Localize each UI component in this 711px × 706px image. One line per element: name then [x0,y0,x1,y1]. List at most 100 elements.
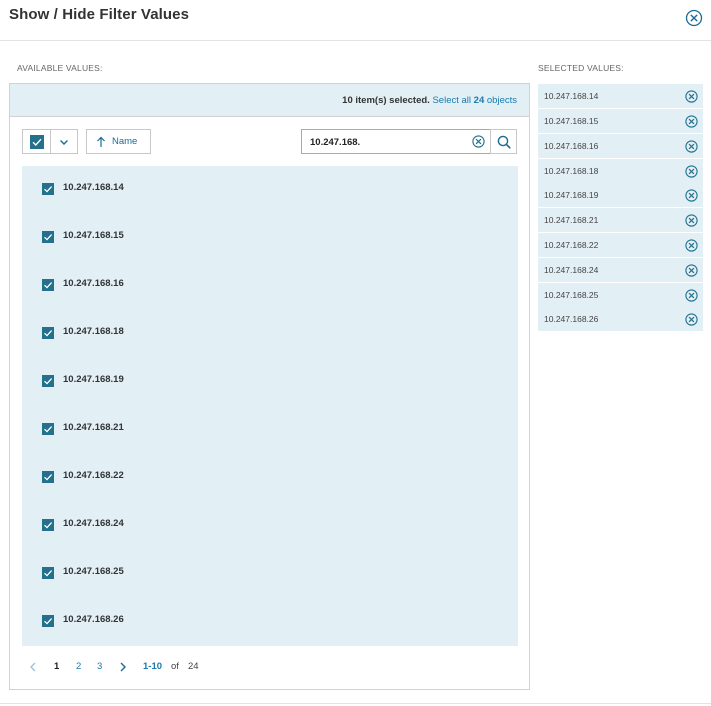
selected-count-text: 10 item(s) selected. [342,95,430,106]
list-item[interactable]: 10.247.168.16 [22,262,518,310]
checkmark-icon [44,522,53,529]
selected-item: 10.247.168.25 [538,283,703,307]
page-2[interactable]: 2 [76,661,81,672]
checkmark-icon [44,282,53,289]
selected-item-label: 10.247.168.22 [544,240,599,250]
page-3[interactable]: 3 [97,661,102,672]
arrow-up-icon [97,136,105,147]
available-values-list: 10.247.168.14 10.247.168.15 10.247.168.1… [22,166,518,646]
selected-item: 10.247.168.19 [538,183,703,207]
list-item[interactable]: 10.247.168.18 [22,310,518,358]
selected-values-list: 10.247.168.14 10.247.168.15 10.247.168.1… [538,84,703,331]
selected-item: 10.247.168.18 [538,159,703,183]
select-all-link[interactable]: Select all 24 objects [432,95,517,106]
selected-item: 10.247.168.15 [538,109,703,133]
clear-search-button[interactable] [472,135,485,148]
item-label: 10.247.168.16 [63,278,124,289]
item-label: 10.247.168.25 [63,566,124,577]
selected-item-label: 10.247.168.15 [544,116,599,126]
selected-item-label: 10.247.168.24 [544,265,599,275]
chevron-right-icon[interactable] [118,661,128,673]
available-values-label: AVAILABLE VALUES: [17,63,103,73]
checkmark-icon [44,186,53,193]
select-all-prefix: Select all [432,95,472,106]
list-item[interactable]: 10.247.168.15 [22,214,518,262]
sort-label: Name [112,136,138,147]
remove-icon[interactable] [685,90,698,103]
list-toolbar: Name [22,129,518,155]
list-item[interactable]: 10.247.168.25 [22,550,518,598]
selected-item: 10.247.168.24 [538,258,703,282]
selection-status-bar: 10 item(s) selected. Select all 24 objec… [10,84,529,117]
sort-by-name-button[interactable]: Name [86,129,151,154]
bulk-select-dropdown[interactable] [51,130,77,153]
remove-icon[interactable] [685,140,698,153]
checkmark-icon [44,570,53,577]
item-checkbox[interactable] [42,183,54,195]
item-checkbox[interactable] [42,519,54,531]
available-values-panel: 10 item(s) selected. Select all 24 objec… [9,83,530,690]
list-item[interactable]: 10.247.168.14 [22,166,518,214]
item-label: 10.247.168.22 [63,470,124,481]
item-checkbox[interactable] [42,471,54,483]
remove-icon[interactable] [685,214,698,227]
checkmark-icon [44,474,53,481]
item-label: 10.247.168.18 [63,326,124,337]
item-checkbox[interactable] [42,567,54,579]
list-item[interactable]: 10.247.168.21 [22,406,518,454]
selected-values-label: SELECTED VALUES: [538,63,624,73]
clear-circle-icon [472,135,485,148]
select-all-suffix: objects [486,95,517,106]
remove-icon[interactable] [685,313,698,326]
remove-icon[interactable] [685,239,698,252]
item-label: 10.247.168.15 [63,230,124,241]
selected-item: 10.247.168.22 [538,233,703,257]
remove-icon[interactable] [685,115,698,128]
selected-item-label: 10.247.168.21 [544,215,599,225]
checkmark-icon [44,618,53,625]
checkmark-icon [44,234,53,241]
pagination: 1 2 3 1-10 of 24 [22,658,422,678]
page-total: 24 [188,661,199,672]
item-label: 10.247.168.21 [63,422,124,433]
selected-item-label: 10.247.168.16 [544,141,599,151]
checkmark-icon [44,426,53,433]
item-checkbox[interactable] [42,231,54,243]
selection-status: 10 item(s) selected. Select all 24 objec… [342,95,517,106]
list-item[interactable]: 10.247.168.22 [22,454,518,502]
remove-icon[interactable] [685,189,698,202]
search-box [301,129,491,154]
bulk-select-checkbox[interactable] [23,130,51,153]
page-1[interactable]: 1 [54,661,59,672]
selected-item-label: 10.247.168.19 [544,190,599,200]
checkbox-checked-icon [29,134,44,149]
search-input[interactable] [310,135,460,149]
item-checkbox[interactable] [42,327,54,339]
item-label: 10.247.168.19 [63,374,124,385]
close-dialog-button[interactable] [685,9,703,27]
selected-item: 10.247.168.16 [538,134,703,158]
item-label: 10.247.168.24 [63,518,124,529]
remove-icon[interactable] [685,165,698,178]
selected-item-label: 10.247.168.18 [544,166,599,176]
checkmark-icon [44,330,53,337]
item-checkbox[interactable] [42,375,54,387]
remove-icon[interactable] [685,289,698,302]
item-checkbox[interactable] [42,615,54,627]
item-label: 10.247.168.26 [63,614,124,625]
chevron-left-icon[interactable] [28,661,38,673]
selected-item: 10.247.168.21 [538,208,703,232]
list-item[interactable]: 10.247.168.26 [22,598,518,646]
item-checkbox[interactable] [42,279,54,291]
remove-icon[interactable] [685,264,698,277]
footer-divider [0,703,711,704]
selected-item: 10.247.168.14 [538,84,703,108]
list-item[interactable]: 10.247.168.24 [22,502,518,550]
page-range[interactable]: 1-10 [143,661,162,672]
item-label: 10.247.168.14 [63,182,124,193]
dialog-title: Show / Hide Filter Values [9,6,190,23]
page-of: of [171,661,179,672]
list-item[interactable]: 10.247.168.19 [22,358,518,406]
item-checkbox[interactable] [42,423,54,435]
search-button[interactable] [490,129,517,154]
